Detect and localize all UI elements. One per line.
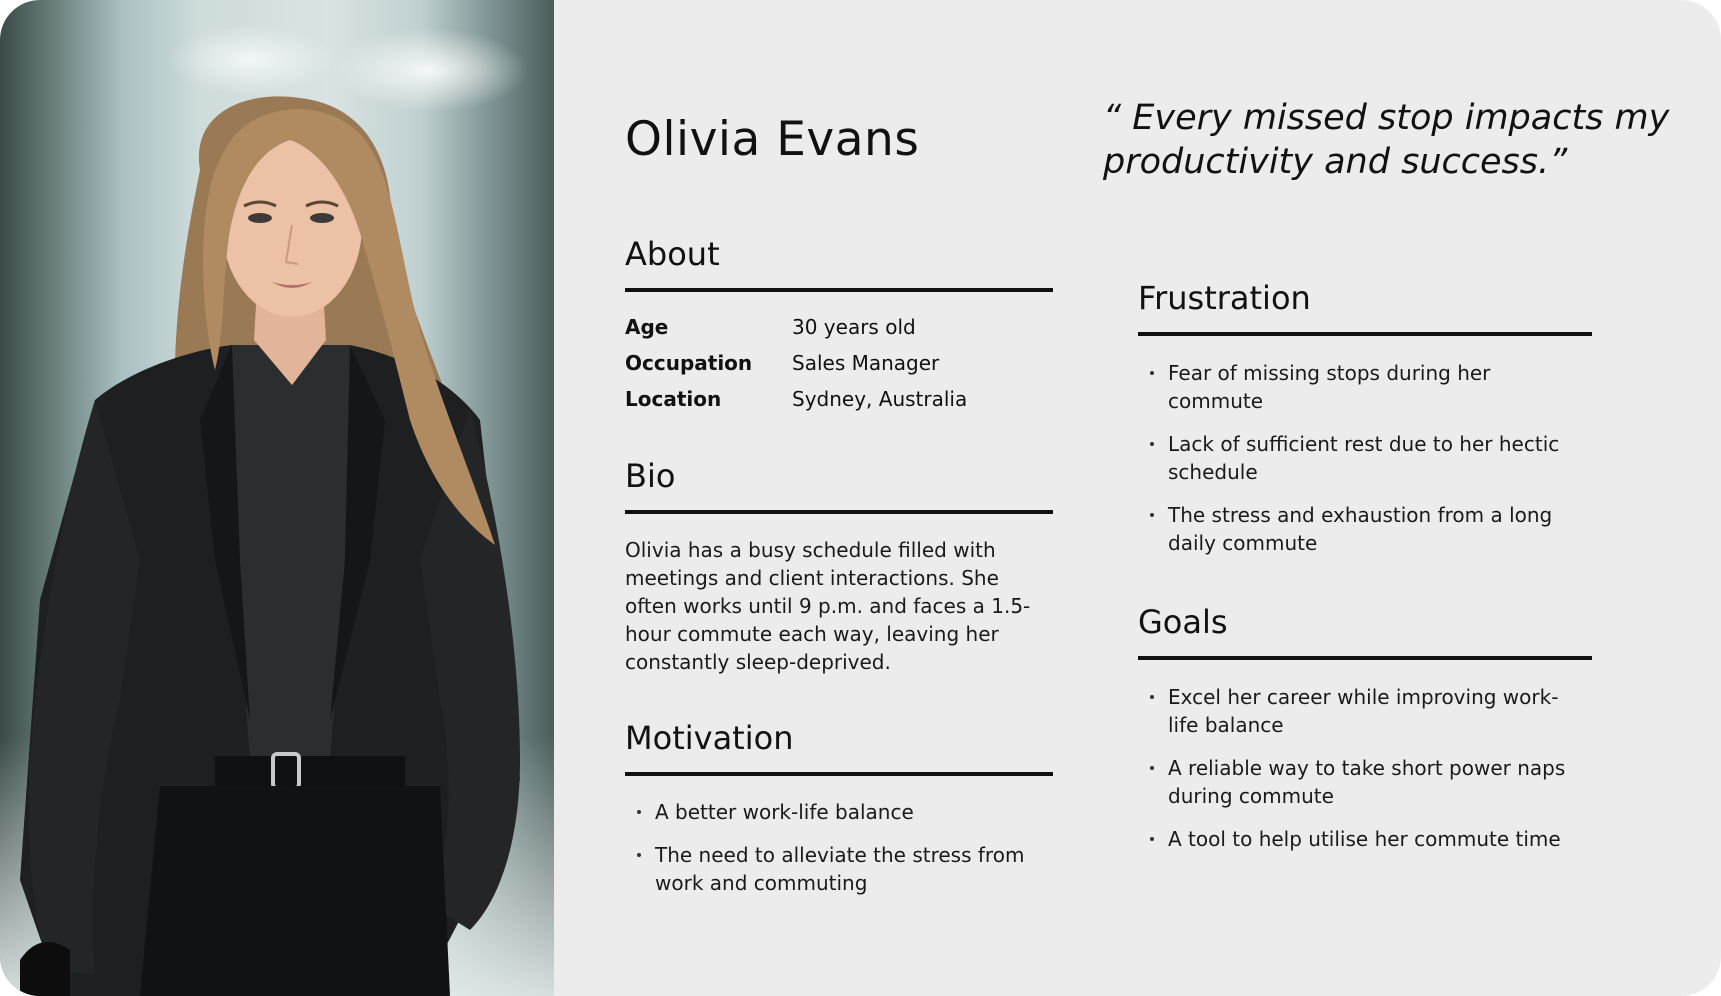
about-label: Location	[625, 387, 722, 411]
persona-illustration	[20, 96, 520, 996]
motivation-list: A better work-life balance The need to a…	[625, 798, 1045, 912]
bio-divider	[625, 510, 1053, 514]
goals-divider	[1138, 656, 1592, 660]
frustration-item: The stress and exhaustion from a long da…	[1168, 503, 1553, 555]
persona-name: Olivia Evans	[625, 112, 920, 167]
motivation-item: The need to alleviate the stress from wo…	[655, 843, 1025, 895]
goals-item: A tool to help utilise her commute time	[1168, 827, 1561, 851]
goals-list: Excel her career while improving work-li…	[1138, 683, 1578, 868]
goals-title: Goals	[1138, 603, 1228, 641]
list-item: The need to alleviate the stress from wo…	[625, 841, 1045, 897]
about-title: About	[625, 235, 720, 273]
persona-card: Olivia Evans “ Every missed stop impacts…	[0, 0, 1721, 996]
bullet-icon	[1150, 837, 1154, 841]
goals-item: Excel her career while improving work-li…	[1168, 685, 1559, 737]
motivation-title: Motivation	[625, 719, 794, 757]
frustration-item: Fear of missing stops during her commute	[1168, 361, 1491, 413]
bullet-icon	[637, 810, 641, 814]
frustration-list: Fear of missing stops during her commute…	[1138, 359, 1578, 572]
bullet-icon	[1150, 371, 1154, 375]
about-value: 30 years old	[792, 315, 916, 339]
motivation-item: A better work-life balance	[655, 800, 914, 824]
list-item: A reliable way to take short power naps …	[1138, 754, 1578, 810]
list-item: Fear of missing stops during her commute	[1138, 359, 1578, 415]
about-value: Sydney, Australia	[792, 387, 968, 411]
bullet-icon	[637, 853, 641, 857]
list-item: Excel her career while improving work-li…	[1138, 683, 1578, 739]
about-label: Occupation	[625, 351, 753, 375]
about-divider	[625, 288, 1053, 292]
list-item: A better work-life balance	[625, 798, 1045, 826]
list-item: Lack of sufficient rest due to her hecti…	[1138, 430, 1578, 486]
bullet-icon	[1150, 766, 1154, 770]
list-item: A tool to help utilise her commute time	[1138, 825, 1578, 853]
bullet-icon	[1150, 695, 1154, 699]
about-label: Age	[625, 315, 669, 339]
motivation-divider	[625, 772, 1053, 776]
frustration-title: Frustration	[1138, 279, 1311, 317]
bio-text: Olivia has a busy schedule filled with m…	[625, 538, 1031, 674]
bullet-icon	[1150, 442, 1154, 446]
about-value: Sales Manager	[792, 351, 940, 375]
frustration-divider	[1138, 332, 1592, 336]
list-item: The stress and exhaustion from a long da…	[1138, 501, 1578, 557]
goals-item: A reliable way to take short power naps …	[1168, 756, 1566, 808]
persona-photo	[0, 0, 554, 996]
bullet-icon	[1150, 513, 1154, 517]
bio-title: Bio	[625, 457, 676, 495]
frustration-item: Lack of sufficient rest due to her hecti…	[1168, 432, 1560, 484]
persona-quote: “ Every missed stop impacts my productiv…	[1103, 98, 1670, 182]
